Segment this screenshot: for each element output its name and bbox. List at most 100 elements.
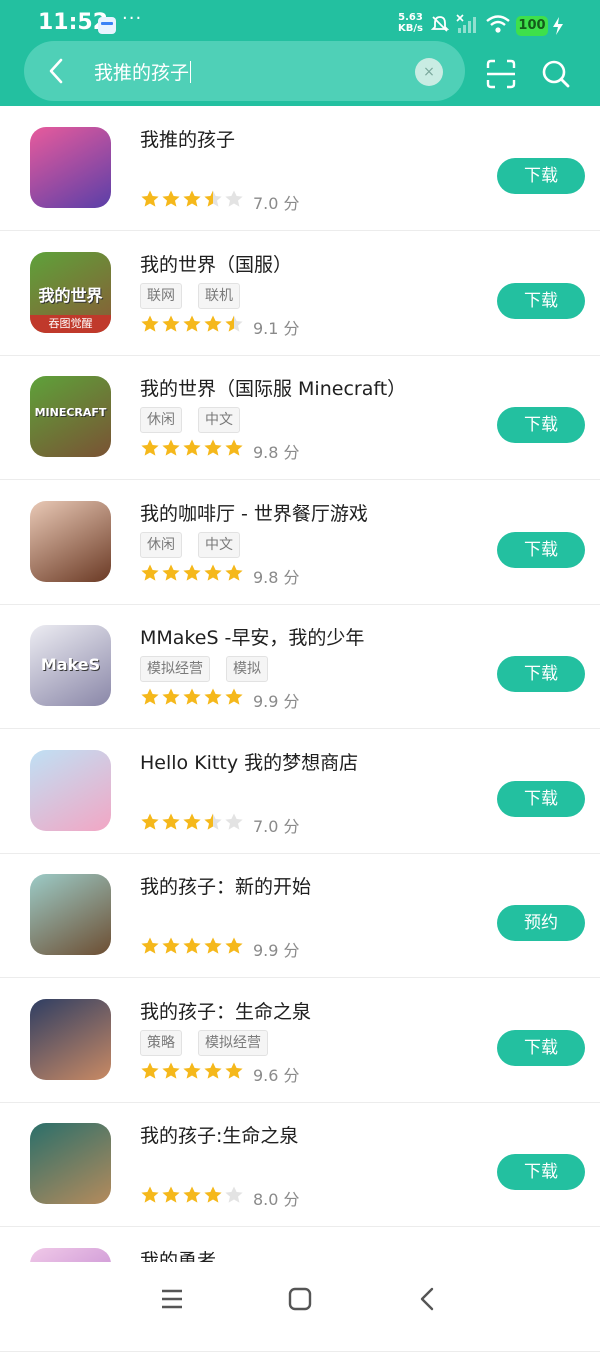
- app-name[interactable]: 我的孩子:生命之泉: [140, 1121, 298, 1148]
- star-icon: [183, 688, 201, 705]
- star-icon: [183, 439, 201, 456]
- download-button[interactable]: 下载: [497, 407, 585, 443]
- back-arrow-icon[interactable]: [44, 56, 68, 86]
- app-icon-caption: MakeS: [40, 655, 101, 674]
- star-icon: [141, 190, 159, 207]
- star-icon: [204, 688, 222, 705]
- download-button[interactable]: 下载: [497, 531, 585, 568]
- download-button[interactable]: 下载: [497, 656, 585, 692]
- app-icon[interactable]: [30, 1123, 111, 1204]
- rating-stars: [140, 936, 245, 956]
- app-list-item[interactable]: 我的孩子：新的开始 9.9 分 预约: [0, 853, 600, 978]
- rating-score: 9.8 分: [253, 567, 300, 587]
- app-list-item[interactable]: 我的咖啡厅 - 世界餐厅游戏 休闲 中文 9.8 分 下载: [0, 480, 600, 605]
- rating-score: 8.0 分: [253, 1190, 300, 1209]
- star-icon: [183, 190, 201, 207]
- rating-score: 9.6 分: [253, 1065, 300, 1085]
- star-icon: [225, 1186, 243, 1203]
- star-icon: [162, 1062, 180, 1079]
- app-list-item[interactable]: 我的世界 吞图觉醒 我的世界（国服） 联网 联机 9.1 分 下载: [0, 231, 600, 356]
- download-button[interactable]: 下载: [497, 1154, 585, 1190]
- star-icon: [225, 564, 243, 581]
- top-bar: 11:52 ··· 5.63 KB/s 100 我推的孩子 ×: [0, 0, 600, 106]
- star-icon: [225, 813, 243, 830]
- rating-score: 9.1 分: [253, 318, 300, 338]
- app-icon[interactable]: 我的世界 吞图觉醒: [30, 251, 111, 333]
- app-name[interactable]: 我推的孩子: [140, 125, 235, 152]
- app-icon[interactable]: [30, 998, 111, 1080]
- app-icon-caption: 我的世界: [38, 285, 103, 305]
- rating-stars: [140, 189, 245, 209]
- download-button[interactable]: 下载: [497, 1029, 585, 1066]
- app-list-item[interactable]: 我的孩子：生命之泉 策略 模拟经营 9.6 分 下载: [0, 978, 600, 1103]
- star-icon: [141, 937, 159, 954]
- rating-stars: [140, 687, 245, 707]
- app-icon[interactable]: [30, 127, 111, 208]
- app-icon-caption: MINECRAFT: [34, 406, 107, 419]
- star-icon: [162, 937, 180, 954]
- app-name[interactable]: 我的世界（国服）: [140, 250, 292, 277]
- bell-muted-icon: [430, 16, 450, 32]
- download-button[interactable]: 下载: [497, 780, 585, 817]
- app-list-item[interactable]: Hello Kitty 我的梦想商店 7.0 分 下载: [0, 729, 600, 854]
- app-list-item[interactable]: MINECRAFT 我的世界（国际服 Minecraft） 休闲 中文 9.8 分 下载: [0, 355, 600, 480]
- app-list-item[interactable]: 我推的孩子 7.0 分 下载: [0, 106, 600, 231]
- status-bar: 11:52 ··· 5.63 KB/s 100: [0, 0, 600, 40]
- home-icon[interactable]: [283, 1282, 317, 1316]
- network-speed-value: 5.63: [398, 12, 423, 23]
- app-name[interactable]: Hello Kitty 我的梦想商店: [140, 748, 358, 775]
- star-icon: [204, 439, 222, 456]
- star-icon: [225, 190, 243, 207]
- download-button[interactable]: 下载: [497, 282, 585, 319]
- rating-stars: [140, 438, 245, 458]
- app-list-item[interactable]: MakeS MMakeS -早安，我的少年 模拟经营 模拟 9.9 分 下载: [0, 604, 600, 729]
- app-name[interactable]: 我的咖啡厅 - 世界餐厅游戏: [140, 499, 368, 526]
- more-notifications-icon: ···: [122, 8, 143, 29]
- search-input[interactable]: [24, 41, 465, 101]
- app-tag: 模拟经营: [140, 656, 210, 682]
- star-icon: [204, 315, 222, 332]
- star-icon: [162, 688, 180, 705]
- app-list-item[interactable]: 我的孩子:生命之泉 8.0 分 下载: [0, 1102, 600, 1227]
- star-icon: [225, 315, 243, 332]
- app-name[interactable]: 我的孩子：新的开始: [140, 872, 311, 899]
- star-icon: [141, 315, 159, 332]
- search-query[interactable]: 我推的孩子: [94, 58, 192, 85]
- app-name[interactable]: 我的孩子：生命之泉: [140, 997, 311, 1024]
- rating-score: 7.0 分: [253, 194, 300, 213]
- star-icon: [141, 688, 159, 705]
- app-icon-badge: 吞图觉醒: [30, 314, 111, 333]
- app-tag: 休闲: [140, 407, 182, 433]
- star-icon: [141, 564, 159, 581]
- star-icon: [183, 315, 201, 332]
- app-icon[interactable]: [30, 749, 111, 831]
- star-icon: [204, 190, 222, 207]
- search-icon[interactable]: [540, 58, 572, 90]
- star-icon: [162, 1186, 180, 1203]
- notification-app-icon: [98, 17, 116, 34]
- download-button[interactable]: 下载: [497, 158, 585, 194]
- rating-stars: [140, 314, 245, 334]
- reserve-button[interactable]: 预约: [497, 905, 585, 941]
- scan-icon[interactable]: [485, 58, 517, 90]
- rating-stars: [140, 1061, 245, 1081]
- app-name[interactable]: 我的世界（国际服 Minecraft）: [140, 374, 406, 401]
- star-icon: [141, 813, 159, 830]
- rating-stars: [140, 812, 245, 832]
- app-tag: 联机: [198, 282, 240, 309]
- app-icon[interactable]: MakeS: [30, 625, 111, 706]
- app-name[interactable]: MMakeS -早安，我的少年: [140, 623, 364, 650]
- rating-score: 9.9 分: [253, 692, 300, 711]
- clear-search-button[interactable]: ×: [415, 58, 443, 86]
- network-speed-unit: KB/s: [398, 23, 423, 34]
- star-icon: [204, 813, 222, 830]
- app-icon[interactable]: MINECRAFT: [30, 376, 111, 457]
- recent-apps-icon[interactable]: [155, 1282, 189, 1316]
- network-speed: 5.63 KB/s: [398, 12, 423, 34]
- app-tag: 休闲: [140, 531, 182, 558]
- app-icon[interactable]: [30, 874, 111, 955]
- app-icon[interactable]: [30, 500, 111, 582]
- back-icon[interactable]: [411, 1282, 445, 1316]
- star-icon: [162, 564, 180, 581]
- app-tag: 模拟经营: [198, 1029, 268, 1056]
